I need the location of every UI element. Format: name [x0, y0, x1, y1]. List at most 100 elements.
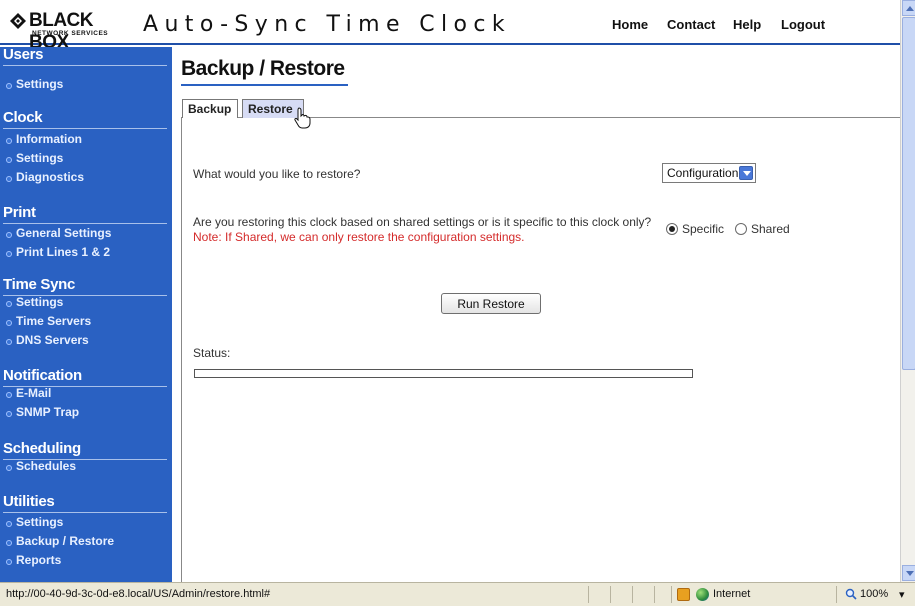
zoom-level[interactable]: 100%	[860, 588, 888, 600]
sidebar-item-label: Schedules	[16, 459, 77, 473]
black-box-logo-icon	[10, 13, 26, 29]
sidebar-item-label: Settings	[16, 151, 64, 165]
bullet-icon	[6, 559, 12, 565]
status-label: Status:	[193, 346, 231, 360]
browser-window: BLACK BOX NETWORK SERVICES Auto-Sync Tim…	[0, 0, 915, 606]
bullet-icon	[6, 411, 12, 417]
status-divider	[671, 586, 672, 603]
app-title: Auto-Sync Time Clock	[143, 12, 512, 37]
select-value: Configuration	[667, 166, 739, 180]
sidebar-item-general-settings[interactable]: General Settings	[2, 225, 170, 243]
sidebar-item-label: Backup / Restore	[16, 534, 115, 548]
sidebar-item-label: Settings	[16, 295, 64, 309]
app-header: BLACK BOX NETWORK SERVICES Auto-Sync Tim…	[0, 0, 900, 53]
sidebar-heading: Print	[3, 204, 36, 221]
status-divider	[632, 586, 633, 603]
zoom-menu-arrow-icon[interactable]: ▾	[899, 588, 905, 601]
bullet-icon	[6, 138, 12, 144]
sidebar-item-label: SNMP Trap	[16, 405, 80, 419]
sidebar-item-label: General Settings	[16, 226, 112, 240]
sidebar-item-backup-restore[interactable]: Backup / Restore	[2, 533, 170, 551]
scroll-up-icon[interactable]	[902, 0, 915, 16]
sidebar-item-label: DNS Servers	[16, 333, 89, 347]
sidebar-heading: Time Sync	[3, 276, 76, 293]
sidebar-item-label: Print Lines 1 & 2	[16, 245, 111, 259]
sidebar-item-diagnostics[interactable]: Diagnostics	[2, 169, 170, 187]
browser-status-bar: http://00-40-9d-3c-0d-e8.local/US/Admin/…	[0, 582, 915, 606]
sidebar-item-label: Settings	[16, 515, 64, 529]
sidebar-item-utilities-settings[interactable]: Settings	[2, 514, 170, 532]
logo-sub-text: NETWORK SERVICES	[32, 30, 109, 37]
run-restore-button[interactable]: Run Restore	[441, 293, 541, 314]
brand-logo[interactable]: BLACK BOX NETWORK SERVICES	[10, 10, 134, 53]
sidebar-divider	[3, 65, 167, 66]
status-url: http://00-40-9d-3c-0d-e8.local/US/Admin/…	[6, 588, 271, 600]
internet-globe-icon	[696, 588, 709, 601]
sidebar-heading: Notification	[3, 367, 82, 384]
restore-progress-bar	[194, 369, 693, 378]
scope-note: Note: If Shared, we can only restore the…	[193, 230, 525, 244]
restore-type-select[interactable]: Configuration	[662, 163, 756, 183]
zoom-icon[interactable]	[845, 588, 857, 600]
sidebar-item-clock-settings[interactable]: Settings	[2, 150, 170, 168]
status-divider	[588, 586, 589, 603]
bullet-icon	[6, 176, 12, 182]
bullet-icon	[6, 232, 12, 238]
sidebar-item-email[interactable]: E-Mail	[2, 385, 170, 403]
sidebar-item-dns-servers[interactable]: DNS Servers	[2, 332, 170, 350]
radio-label: Specific	[682, 222, 725, 236]
page-title: Backup / Restore	[181, 57, 345, 80]
sidebar-item-timesync-settings[interactable]: Settings	[2, 294, 170, 312]
bullet-icon	[6, 301, 12, 307]
sidebar-item-users-settings[interactable]: Settings	[2, 76, 170, 94]
sidebar-heading: Clock	[3, 109, 43, 126]
bullet-icon	[6, 392, 12, 398]
sidebar-divider	[3, 512, 167, 513]
scroll-thumb[interactable]	[902, 17, 915, 370]
sidebar-heading: Utilities	[3, 493, 55, 510]
scroll-down-icon[interactable]	[902, 565, 915, 581]
sidebar-item-label: Time Servers	[16, 314, 92, 328]
dropdown-arrow-icon[interactable]	[739, 166, 753, 180]
nav-home-link[interactable]: Home	[612, 17, 648, 32]
tab-backup[interactable]: Backup	[182, 99, 238, 118]
bullet-icon	[6, 157, 12, 163]
sidebar-item-schedules[interactable]: Schedules	[2, 458, 170, 476]
sidebar-item-label: E-Mail	[16, 386, 52, 400]
nav-contact-link[interactable]: Contact	[667, 17, 715, 32]
sidebar-heading: Scheduling	[3, 440, 81, 457]
sidebar-item-label: Reports	[16, 553, 62, 567]
radio-circle[interactable]	[666, 223, 678, 235]
bullet-icon	[6, 521, 12, 527]
page-scrollbar[interactable]	[900, 0, 915, 582]
sidebar-item-snmp-trap[interactable]: SNMP Trap	[2, 404, 170, 422]
sidebar-divider	[3, 223, 167, 224]
restore-panel	[181, 117, 901, 597]
security-zone-label: Internet	[713, 588, 751, 600]
nav-logout-link[interactable]: Logout	[781, 17, 825, 32]
bullet-icon	[6, 83, 12, 89]
nav-help-link[interactable]: Help	[733, 17, 761, 32]
bullet-icon	[6, 320, 12, 326]
sidebar-item-time-servers[interactable]: Time Servers	[2, 313, 170, 331]
status-divider	[654, 586, 655, 603]
sidebar-item-print-lines[interactable]: Print Lines 1 & 2	[2, 244, 170, 262]
zone-warning-icon[interactable]	[677, 588, 690, 601]
sidebar-heading: Users	[3, 46, 44, 63]
radio-circle[interactable]	[735, 223, 747, 235]
sidebar-item-reports[interactable]: Reports	[2, 552, 170, 570]
bullet-icon	[6, 339, 12, 345]
sidebar-item-label: Settings	[16, 77, 64, 91]
restore-question-label: What would you like to restore?	[193, 167, 361, 181]
sidebar: Users Settings Clock Information Setting…	[0, 46, 172, 582]
scope-question-label: Are you restoring this clock based on sh…	[193, 215, 652, 229]
bullet-icon	[6, 465, 12, 471]
bullet-icon	[6, 540, 12, 546]
hand-cursor-icon	[294, 107, 311, 129]
title-underline	[181, 84, 348, 86]
sidebar-item-label: Diagnostics	[16, 170, 85, 184]
status-divider	[836, 586, 837, 603]
sidebar-divider	[3, 128, 167, 129]
sidebar-item-information[interactable]: Information	[2, 131, 170, 149]
sidebar-item-label: Information	[16, 132, 82, 146]
